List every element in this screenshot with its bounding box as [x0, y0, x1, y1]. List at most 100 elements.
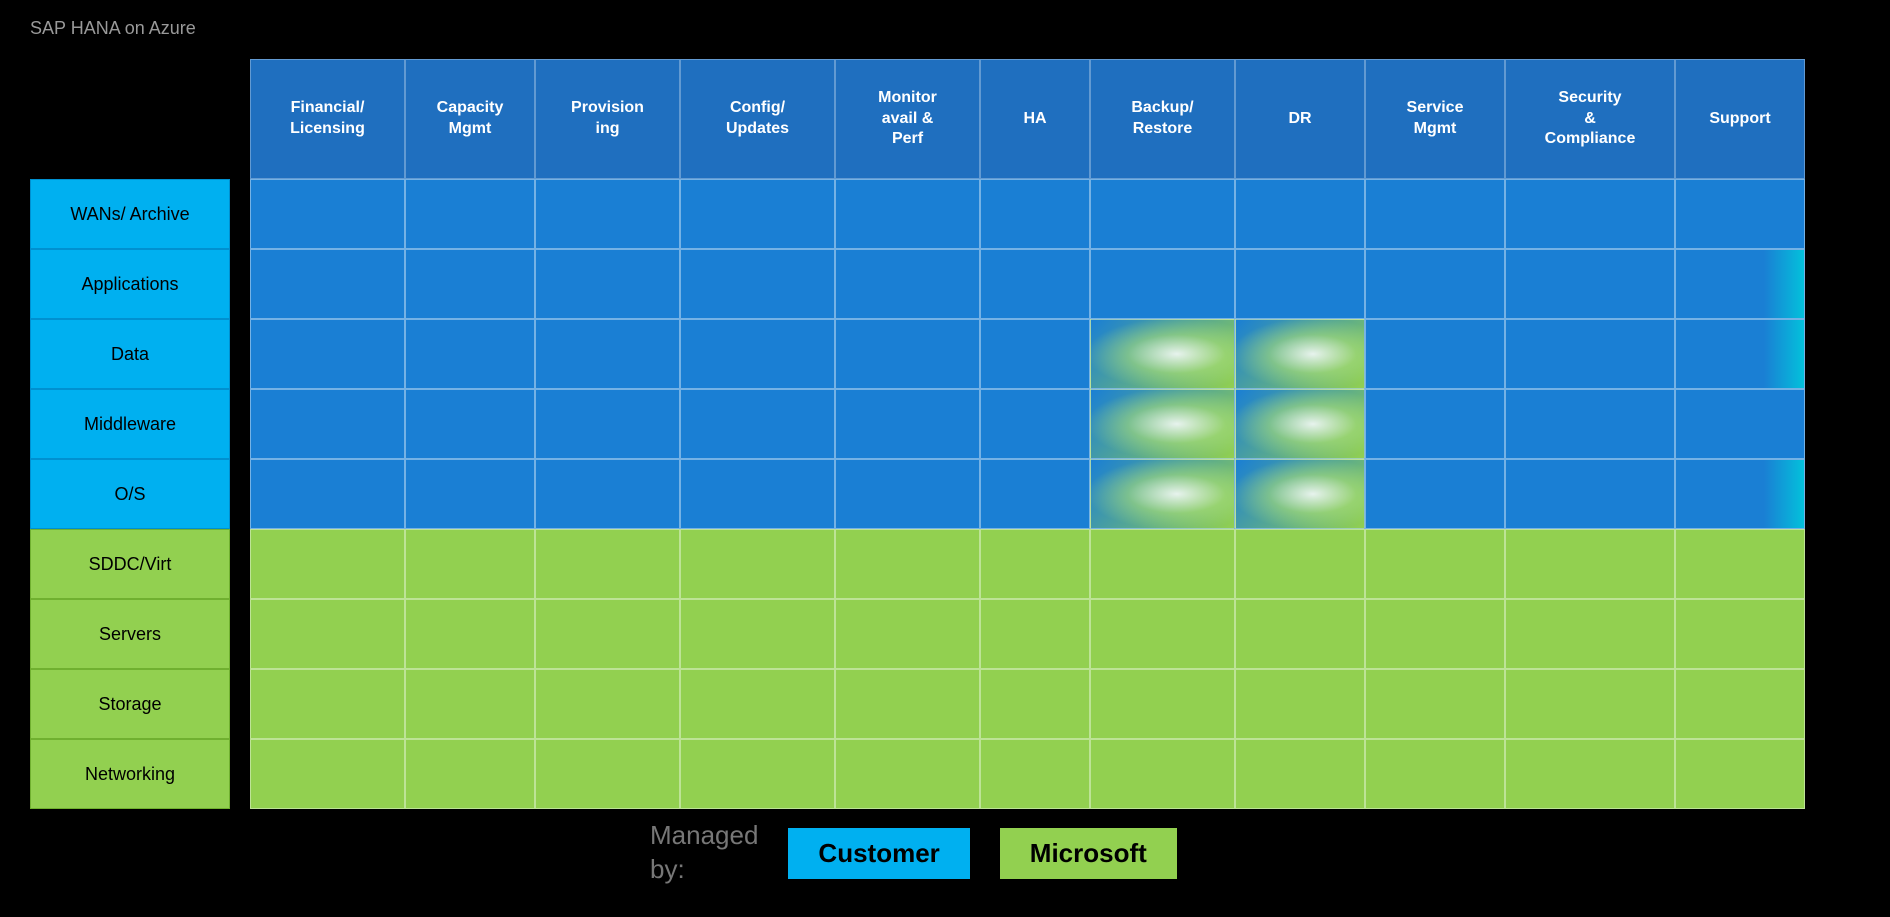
legend-customer: Customer — [788, 828, 969, 879]
cell-r6-c2 — [535, 599, 680, 669]
cell-r7-c1 — [405, 669, 535, 739]
grid-row-0 — [250, 179, 1890, 249]
cell-r4-c2 — [535, 459, 680, 529]
cell-r0-c8 — [1365, 179, 1505, 249]
cell-r2-c2 — [535, 319, 680, 389]
cell-r8-c10 — [1675, 739, 1805, 809]
cell-r8-c2 — [535, 739, 680, 809]
cell-r2-c8 — [1365, 319, 1505, 389]
cell-r3-c4 — [835, 389, 980, 459]
cell-r0-c7 — [1235, 179, 1365, 249]
row-label-8: Networking — [30, 739, 230, 809]
col-header-8: Service Mgmt — [1365, 59, 1505, 179]
cell-r5-c7 — [1235, 529, 1365, 599]
cell-r6-c1 — [405, 599, 535, 669]
cell-r1-c2 — [535, 249, 680, 319]
cell-r0-c5 — [980, 179, 1090, 249]
col-header-5: HA — [980, 59, 1090, 179]
grid-row-3 — [250, 389, 1890, 459]
legend-microsoft: Microsoft — [1000, 828, 1177, 879]
cell-r8-c8 — [1365, 739, 1505, 809]
cell-r1-c6 — [1090, 249, 1235, 319]
cell-r0-c3 — [680, 179, 835, 249]
cell-r0-c0 — [250, 179, 405, 249]
grid-row-5 — [250, 529, 1890, 599]
cell-r1-c7 — [1235, 249, 1365, 319]
cell-r0-c9 — [1505, 179, 1675, 249]
cell-r7-c9 — [1505, 669, 1675, 739]
cell-r4-c5 — [980, 459, 1090, 529]
col-header-10: Support — [1675, 59, 1805, 179]
grid-row-7 — [250, 669, 1890, 739]
grid-rows — [250, 179, 1890, 809]
cell-r1-c4 — [835, 249, 980, 319]
col-header-4: Monitor avail & Perf — [835, 59, 980, 179]
grid-row-8 — [250, 739, 1890, 809]
cell-r6-c3 — [680, 599, 835, 669]
legend-area: Managed by: Customer Microsoft — [650, 819, 1177, 887]
cell-r0-c4 — [835, 179, 980, 249]
cell-r0-c10 — [1675, 179, 1805, 249]
grid-area: Financial/ LicensingCapacity MgmtProvisi… — [250, 59, 1890, 809]
cell-r3-c10 — [1675, 389, 1805, 459]
cell-r7-c2 — [535, 669, 680, 739]
cell-r7-c8 — [1365, 669, 1505, 739]
cell-r4-c7 — [1235, 459, 1365, 529]
cell-r7-c10 — [1675, 669, 1805, 739]
cell-r2-c0 — [250, 319, 405, 389]
cell-r7-c4 — [835, 669, 980, 739]
cell-r4-c1 — [405, 459, 535, 529]
cell-r3-c9 — [1505, 389, 1675, 459]
col-header-9: Security & Compliance — [1505, 59, 1675, 179]
row-label-1: Applications — [30, 249, 230, 319]
cell-r8-c1 — [405, 739, 535, 809]
cell-r7-c3 — [680, 669, 835, 739]
cell-r4-c6 — [1090, 459, 1235, 529]
cell-r0-c6 — [1090, 179, 1235, 249]
cell-r4-c4 — [835, 459, 980, 529]
cell-r8-c4 — [835, 739, 980, 809]
cell-r2-c6 — [1090, 319, 1235, 389]
cell-r4-c0 — [250, 459, 405, 529]
cell-r6-c6 — [1090, 599, 1235, 669]
cell-r5-c10 — [1675, 529, 1805, 599]
cell-r6-c9 — [1505, 599, 1675, 669]
cell-r4-c3 — [680, 459, 835, 529]
managed-by-text: Managed by: — [650, 819, 758, 887]
col-headers: Financial/ LicensingCapacity MgmtProvisi… — [250, 59, 1890, 179]
row-label-7: Storage — [30, 669, 230, 739]
cell-r5-c5 — [980, 529, 1090, 599]
cell-r1-c0 — [250, 249, 405, 319]
cell-r6-c8 — [1365, 599, 1505, 669]
cell-r3-c3 — [680, 389, 835, 459]
cell-r1-c8 — [1365, 249, 1505, 319]
cell-r0-c1 — [405, 179, 535, 249]
col-header-2: Provision ing — [535, 59, 680, 179]
cell-r6-c4 — [835, 599, 980, 669]
col-header-7: DR — [1235, 59, 1365, 179]
cell-r4-c8 — [1365, 459, 1505, 529]
cell-r2-c10 — [1675, 319, 1805, 389]
row-label-4: O/S — [30, 459, 230, 529]
grid-row-6 — [250, 599, 1890, 669]
cell-r5-c8 — [1365, 529, 1505, 599]
cell-r7-c7 — [1235, 669, 1365, 739]
cell-r2-c3 — [680, 319, 835, 389]
cell-r7-c5 — [980, 669, 1090, 739]
row-labels: WANs/ ArchiveApplicationsDataMiddlewareO… — [30, 179, 230, 809]
cell-r5-c2 — [535, 529, 680, 599]
cell-r1-c5 — [980, 249, 1090, 319]
row-label-0: WANs/ Archive — [30, 179, 230, 249]
cell-r8-c5 — [980, 739, 1090, 809]
cell-r8-c3 — [680, 739, 835, 809]
cell-r8-c6 — [1090, 739, 1235, 809]
cell-r5-c9 — [1505, 529, 1675, 599]
cell-r5-c3 — [680, 529, 835, 599]
row-label-6: Servers — [30, 599, 230, 669]
cell-r3-c0 — [250, 389, 405, 459]
cell-r3-c2 — [535, 389, 680, 459]
cell-r8-c0 — [250, 739, 405, 809]
cell-r3-c5 — [980, 389, 1090, 459]
cell-r8-c7 — [1235, 739, 1365, 809]
cell-r7-c0 — [250, 669, 405, 739]
